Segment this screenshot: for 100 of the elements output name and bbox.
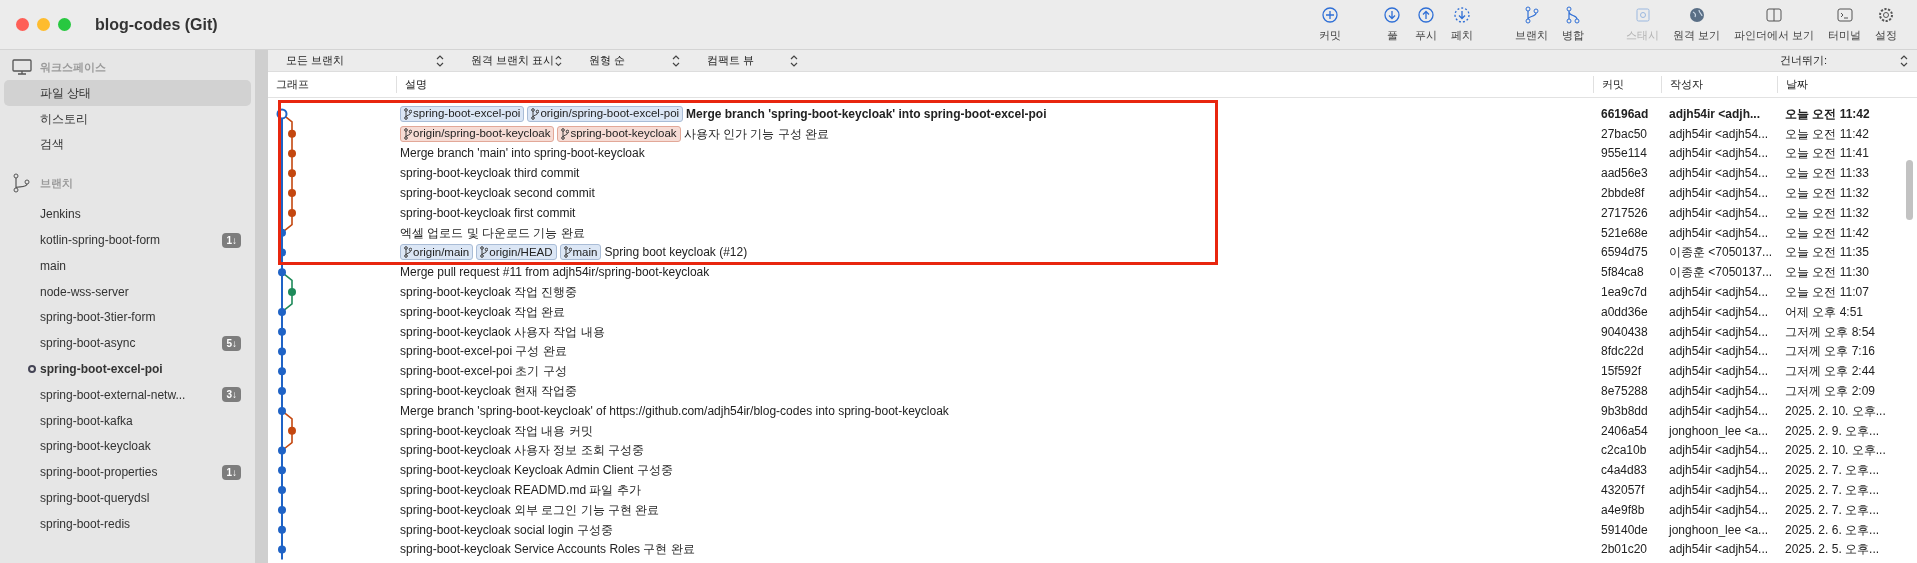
toolbar-button[interactable]: 브랜치 [1511,5,1553,44]
commit-date: 오늘 오전 11:42 [1784,125,1870,143]
commit-node[interactable] [278,347,286,356]
section-header: 브랜치 [40,176,73,192]
sidebar-item[interactable]: 히스토리 [4,105,251,132]
branch-item[interactable]: spring-boot-external-netw... 3↓ [4,381,251,408]
commit-node[interactable] [288,189,296,198]
branch-item[interactable]: kotlin-spring-boot-form 1↓ [4,227,251,253]
commit-node[interactable] [278,307,286,316]
author-name: adjh54ir <adjh54... [1668,383,1770,401]
toolbar-button[interactable]: 푸시 [1411,5,1442,44]
jump-dropdown[interactable]: 건너뛰기: [1762,52,1917,69]
author-name: jonghoon_lee <a... [1667,521,1770,539]
toolbar-button[interactable]: 병합 [1558,5,1589,44]
commit-node[interactable] [288,208,296,217]
commit-node[interactable] [278,446,286,455]
toolbar-button[interactable]: 파인더에서 보기 [1730,5,1818,44]
commit-hash: 1ea9c7d [1600,284,1649,302]
commit-node[interactable] [288,169,296,178]
toolbar-button[interactable]: 풀 [1379,5,1406,44]
branch-tag[interactable]: spring-boot-excel-poi [400,105,525,122]
branch-icon [480,246,489,259]
branch-item[interactable]: Jenkins [4,201,251,228]
commit-message: spring-boot-keycloak second commit [400,185,595,203]
branch-item[interactable]: main [4,253,251,279]
behind-count: 5↓ [222,335,241,351]
branch-item[interactable]: spring-boot-properties 1↓ [4,459,251,486]
branch-icon [404,127,412,140]
filter-dropdown[interactable]: 모든 브랜치 [268,52,453,69]
commit-node[interactable] [278,268,286,277]
commit-message: spring-boot-keycloak third commit [400,165,580,183]
commit-date: 오늘 오전 11:41 [1784,145,1870,163]
commit-hash: 5f84ca8 [1600,264,1645,282]
author-name: adjh54ir <adjh54... [1668,343,1770,361]
scrollbar-track[interactable] [255,50,268,563]
commit-message: Merge branch 'spring-boot-keycloak' into spring-boot-excel-poi [686,105,1047,123]
monitor-icon [12,58,32,76]
download-icon [1453,5,1472,24]
branch-item[interactable]: spring-boot-keycloak [4,433,251,460]
column-header[interactable]: 커밋 [1602,78,1624,91]
filter-dropdown[interactable]: 원형 순 [571,52,689,69]
branch-item[interactable]: node-wss-server [4,278,251,305]
branch-tag[interactable]: main [559,244,602,261]
branch-item[interactable]: spring-boot-querydsl [4,485,251,511]
commit-node[interactable] [278,406,286,415]
commit-node[interactable] [278,525,286,534]
column-header[interactable]: 설명 [405,78,427,91]
commit-date: 2025. 2. 7. 오후... [1784,462,1881,480]
sidebar-item[interactable]: 파일 상태 [4,80,251,106]
branch-item[interactable]: spring-boot-redis [4,510,251,537]
branch-icon [563,246,572,259]
toolbar-button[interactable]: 페치 [1447,5,1478,44]
branch-tag[interactable]: origin/HEAD [476,244,557,261]
commit-node[interactable] [288,129,296,138]
branch-tag[interactable]: origin/main [400,244,474,261]
commit-message: 엑셀 업로드 및 다운로드 기능 완료 [400,224,585,242]
commit-node[interactable] [278,466,286,475]
branch-tag[interactable]: spring-boot-keycloak [557,125,681,142]
chevron-icon [671,54,681,67]
commit-message: Spring boot keycloak (#12) [604,244,748,262]
branch-tag[interactable]: origin/spring-boot-excel-poi [527,105,684,122]
commit-node[interactable] [278,505,286,514]
filter-dropdown[interactable]: 컴팩트 뷰 [689,52,807,69]
author-name: 이종훈 <7050137... [1668,244,1774,262]
toolbar-button[interactable]: 원격 보기 [1669,5,1725,44]
commit-node[interactable] [288,149,296,158]
sidebar-item[interactable]: 검색 [4,131,251,158]
commit-node[interactable] [278,367,286,376]
author-name: adjh54ir <adjh54... [1668,541,1770,559]
commit-hash: 15f592f [1600,363,1643,381]
branch-item[interactable]: spring-boot-async 5↓ [4,330,251,357]
author-name: adjh54ir <adjh54... [1668,303,1770,321]
commit-node[interactable] [278,387,286,396]
commit-node[interactable] [288,288,296,297]
scrollbar-thumb[interactable] [1906,160,1913,220]
filter-dropdown[interactable]: 원격 브랜치 표시 [453,52,571,69]
commit-node[interactable] [278,486,286,495]
commit-date: 2025. 2. 10. 오후... [1784,402,1887,420]
author-name: adjh54ir <adjh54... [1668,462,1770,480]
commit-date: 그저께 오후 2:44 [1784,363,1877,381]
branch-item[interactable]: spring-boot-excel-poi [4,356,251,382]
branch-tag[interactable]: origin/spring-boot-keycloak [400,125,555,142]
column-header[interactable]: 날짜 [1786,78,1808,91]
chevron-icon [435,54,445,67]
commit-message: Merge branch 'spring-boot-keycloak' of https://github.com/adjh54ir/blog-codes into spring-boot-keycloak [400,402,949,420]
commit-message: spring-boot-keycloak 작업 진행중 [400,284,578,302]
commit-node[interactable] [276,108,288,120]
branch-item[interactable]: spring-boot-3tier-form [4,304,251,331]
column-header[interactable]: 작성자 [1670,78,1703,91]
commit-node[interactable] [278,545,286,554]
close-button[interactable] [16,18,29,31]
commit-node[interactable] [278,228,286,237]
toolbar-button[interactable]: 터미널 [1824,5,1865,44]
commit-node[interactable] [288,426,296,435]
toolbar-button[interactable]: 커밋 [1315,5,1346,44]
toolbar-button[interactable]: 설정 [1871,5,1901,44]
column-header[interactable]: 그래프 [276,78,309,91]
commit-node[interactable] [278,327,286,336]
branch-item[interactable]: spring-boot-kafka [4,407,251,434]
author-name: adjh54ir <adjh54... [1668,125,1770,143]
